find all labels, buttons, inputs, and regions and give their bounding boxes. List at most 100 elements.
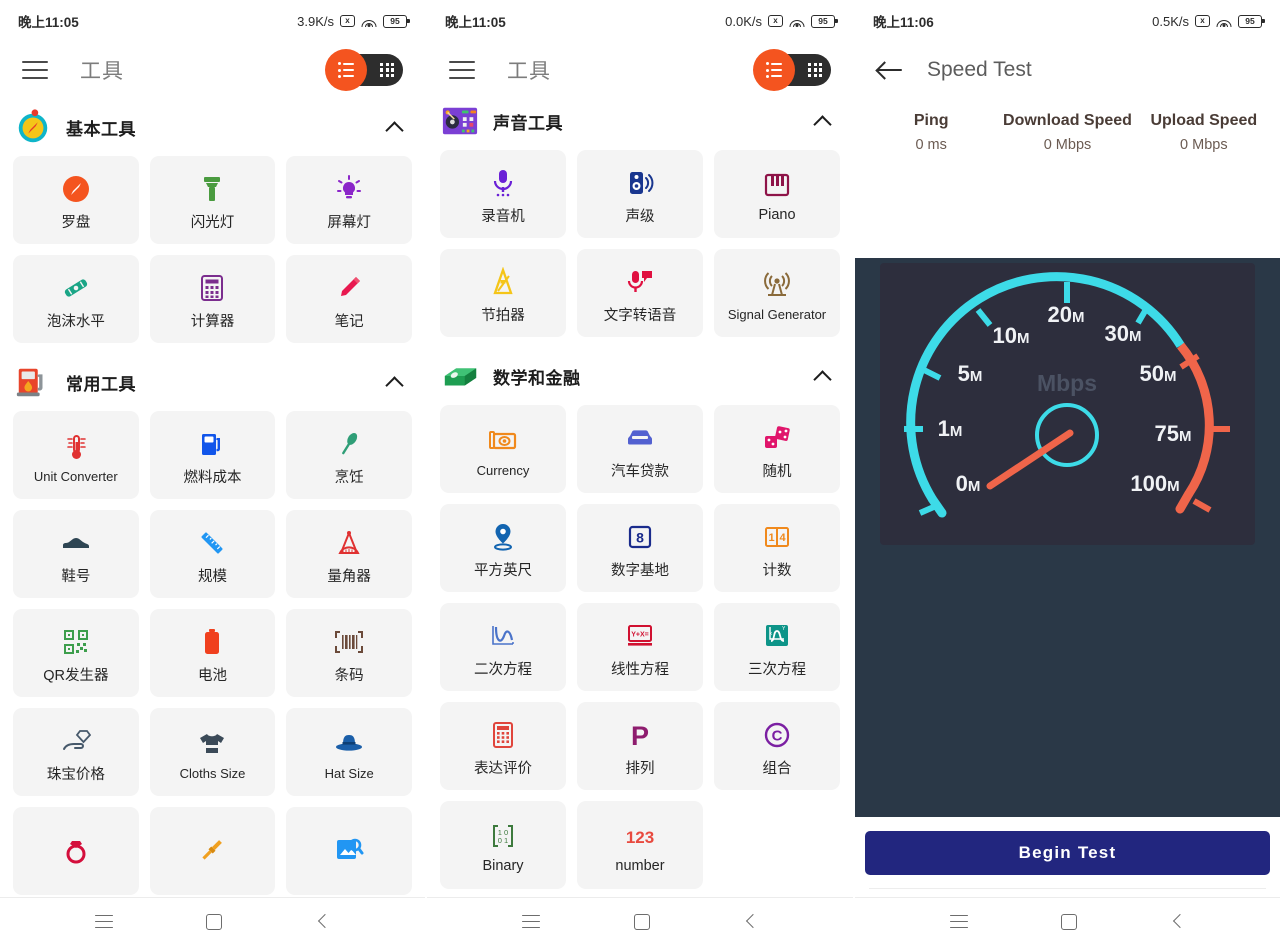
- tool-tile[interactable]: 表达评价: [440, 702, 566, 790]
- tool-tile[interactable]: QR发生器: [13, 609, 139, 697]
- tool-tile[interactable]: 珠宝价格: [13, 708, 139, 796]
- recents-icon[interactable]: [522, 914, 540, 929]
- tool-tile[interactable]: 闪光灯: [149, 156, 276, 244]
- chevron-up-icon[interactable]: [815, 113, 831, 129]
- status-icons: 3.9K/s x 95: [297, 14, 410, 29]
- tool-tile[interactable]: 燃料成本: [149, 411, 276, 499]
- tool-tile[interactable]: Piano: [714, 150, 840, 238]
- bottom-nav-bar: [427, 897, 853, 945]
- tool-tile[interactable]: 123 number: [577, 801, 703, 889]
- tool-tile[interactable]: 屏幕灯: [286, 156, 412, 244]
- section-header-common-tools[interactable]: 常用工具: [0, 353, 425, 405]
- tool-tile[interactable]: 节拍器: [440, 249, 566, 337]
- recents-icon[interactable]: [94, 914, 113, 929]
- tool-tile[interactable]: 鞋号: [13, 510, 139, 598]
- tool-label: Signal Generator: [727, 306, 827, 322]
- tool-tile[interactable]: 14 计数: [714, 504, 840, 592]
- tool-tile[interactable]: 罗盘: [13, 156, 139, 244]
- tool-tile[interactable]: P 排列: [577, 702, 703, 790]
- tool-tile[interactable]: 笔记: [286, 255, 412, 343]
- shoe-icon: [61, 523, 91, 563]
- tool-tile[interactable]: 二次方程: [440, 603, 566, 691]
- tool-tile[interactable]: 录音机: [440, 150, 566, 238]
- tool-label: 声级: [625, 208, 655, 225]
- tool-tile[interactable]: Unit Converter: [13, 411, 139, 499]
- section-title: 常用工具: [66, 374, 136, 394]
- view-mode-toggle[interactable]: [325, 49, 403, 91]
- menu-icon[interactable]: [22, 61, 48, 79]
- chevron-up-icon[interactable]: [387, 374, 403, 390]
- tool-tile[interactable]: 量角器: [286, 510, 412, 598]
- list-view-icon: [753, 49, 795, 91]
- chevron-up-icon[interactable]: [815, 368, 831, 384]
- tool-tile[interactable]: C 组合: [714, 702, 840, 790]
- home-icon[interactable]: [1061, 913, 1078, 930]
- svg-text:0 1: 0 1: [498, 836, 508, 845]
- piano-icon: [763, 165, 791, 205]
- tool-tile[interactable]: Signal Generator: [714, 249, 840, 337]
- tool-tile[interactable]: 声级: [577, 150, 703, 238]
- tool-tile[interactable]: 随机: [714, 405, 840, 493]
- no-sim-icon: x: [768, 15, 783, 27]
- tool-tile[interactable]: 电池: [149, 609, 276, 697]
- cooking-spoon-icon: [334, 424, 364, 464]
- tool-label: 珠宝价格: [46, 766, 105, 783]
- network-speed: 0.5K/s: [1152, 13, 1189, 29]
- tool-label: 随机: [762, 463, 792, 480]
- tool-tile[interactable]: 泡沫水平: [13, 255, 139, 343]
- tool-tile[interactable]: 1 00 1 Binary: [440, 801, 566, 889]
- tool-tile[interactable]: 平方英尺: [440, 504, 566, 592]
- chevron-up-icon[interactable]: [387, 119, 403, 135]
- tools-scroll-area[interactable]: 声音工具 录音机 声级 Piano 节拍器 文字转语音 Signal Gener…: [427, 92, 853, 897]
- tool-tile-empty: [714, 801, 840, 889]
- banknote-icon: [488, 421, 518, 461]
- number-123-icon: 123: [623, 816, 657, 856]
- tool-tile[interactable]: Yx 三次方程: [714, 603, 840, 691]
- text-to-speech-icon: [625, 262, 655, 302]
- home-icon[interactable]: [634, 913, 650, 930]
- tool-tile[interactable]: [286, 807, 412, 895]
- tool-tile[interactable]: Hat Size: [286, 708, 412, 796]
- signal-tower-icon: [762, 265, 792, 305]
- back-arrow-icon[interactable]: [877, 59, 905, 81]
- tools-scroll-area[interactable]: 基本工具 罗盘 闪光灯 屏幕灯 泡沫水平 计算器 笔记 常用工具 Unit Co…: [0, 98, 425, 897]
- stat-label: Ping: [913, 112, 949, 129]
- counter-icon: 14: [763, 517, 791, 557]
- calculator-icon: [491, 715, 515, 755]
- money-stack-icon: [441, 357, 479, 395]
- section-header-sound-tools[interactable]: 声音工具: [427, 92, 853, 144]
- tool-label: 计数: [762, 562, 792, 579]
- tool-tile[interactable]: 汽车贷款: [577, 405, 703, 493]
- section-title: 数学和金融: [493, 368, 581, 388]
- tool-label: 排列: [625, 760, 655, 777]
- protractor-icon: [334, 523, 364, 563]
- tool-tile[interactable]: [13, 807, 139, 895]
- tool-label: 规模: [197, 568, 227, 585]
- app-bar: 工具: [0, 42, 425, 98]
- tool-tile[interactable]: 烹饪: [286, 411, 412, 499]
- home-icon[interactable]: [206, 913, 223, 930]
- view-mode-toggle[interactable]: [753, 49, 831, 91]
- svg-text:4: 4: [779, 532, 786, 544]
- tool-tile[interactable]: 条码: [286, 609, 412, 697]
- menu-icon[interactable]: [449, 61, 475, 79]
- begin-test-button[interactable]: Begin Test: [865, 831, 1270, 875]
- tool-tile[interactable]: 规模: [149, 510, 276, 598]
- flashlight-icon: [198, 169, 226, 209]
- section-header-basic-tools[interactable]: 基本工具: [0, 98, 425, 150]
- tool-tile[interactable]: 计算器: [149, 255, 276, 343]
- section-header-math-finance[interactable]: 数学和金融: [427, 347, 853, 399]
- tool-tile[interactable]: Y+X= 线性方程: [577, 603, 703, 691]
- tool-tile[interactable]: [149, 807, 276, 895]
- back-icon[interactable]: [1171, 915, 1185, 929]
- tool-label: 数字基地: [611, 562, 669, 579]
- back-icon[interactable]: [744, 915, 758, 929]
- svg-text:75M: 75M: [1155, 421, 1192, 446]
- recents-icon[interactable]: [949, 914, 968, 929]
- tool-tile[interactable]: 8 数字基地: [577, 504, 703, 592]
- tool-tile[interactable]: Currency: [440, 405, 566, 493]
- tool-tile[interactable]: Cloths Size: [149, 708, 276, 796]
- tool-tile[interactable]: 文字转语音: [577, 249, 703, 337]
- tshirt-icon: [197, 724, 227, 764]
- back-icon[interactable]: [316, 915, 330, 929]
